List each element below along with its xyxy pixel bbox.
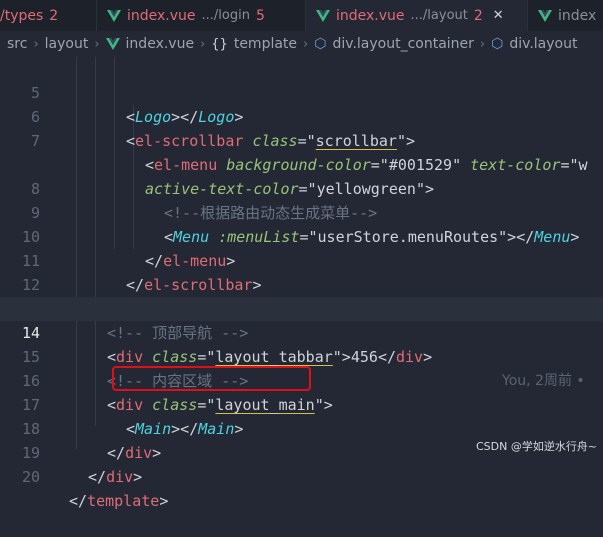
tab-path: .../login	[201, 8, 250, 23]
breadcrumb-item[interactable]: index.vue	[126, 36, 195, 52]
code-line: 5 <Logo></Logo>	[0, 57, 603, 126]
code-line: 9 <Menu :menuList="userStore.menuRoutes"…	[0, 177, 603, 246]
tab-label: index	[558, 7, 597, 24]
vue-file-icon	[316, 9, 330, 22]
editor-tab-bar: /types 2 index.vue .../login 5 index.vue…	[0, 0, 603, 31]
braces-icon: {}	[211, 36, 228, 52]
close-icon[interactable]: ✕	[493, 8, 504, 23]
vue-file-icon	[107, 9, 121, 22]
chevron-right-icon: ›	[94, 36, 100, 52]
watermark: CSDN @学如逆水行舟~	[476, 440, 598, 453]
tab-index[interactable]: index	[528, 0, 603, 31]
red-highlight-box	[112, 366, 311, 391]
breadcrumb: src › layout › index.vue › {} template ›…	[0, 31, 603, 57]
tab-label: /types	[0, 7, 44, 24]
code-line: 8 <!--根据路由动态生成菜单-->	[0, 153, 603, 222]
code-line: active-text-color="yellowgreen">	[145, 180, 434, 198]
breadcrumb-item[interactable]: div.layout	[509, 36, 577, 52]
vue-file-icon	[538, 9, 552, 22]
chevron-right-icon: ›	[200, 36, 206, 52]
element-cube-icon: ⬡	[314, 36, 327, 52]
tab-label: index.vue	[127, 7, 196, 24]
tab-layout-index[interactable]: index.vue .../layout 2 ✕	[306, 0, 528, 31]
tab-types[interactable]: /types 2	[0, 0, 97, 31]
breadcrumb-item[interactable]: layout	[45, 36, 89, 52]
code-line: 18 </div>	[0, 393, 603, 462]
tab-problem-count: 2	[473, 7, 483, 24]
code-line: 7 <el-menu background-color="#001529" te…	[0, 105, 603, 174]
tab-login-index[interactable]: index.vue .../login 5	[97, 0, 306, 31]
vue-file-icon	[105, 38, 120, 50]
breadcrumb-item[interactable]: div.layout_container	[332, 36, 473, 52]
code-line-current: 14 <div class="layout_tabbar">456</div> …	[0, 297, 603, 389]
tab-problem-count: 5	[255, 7, 265, 24]
chevron-right-icon: ›	[33, 36, 39, 52]
code-line: 6 <el-scrollbar class="scrollbar">	[0, 81, 603, 150]
code-line: 12 </div>	[0, 249, 603, 318]
element-cube-icon: ⬡	[491, 36, 504, 52]
breadcrumb-item[interactable]: template	[234, 36, 297, 52]
chevron-right-icon: ›	[303, 36, 309, 52]
code-line: 13 <!-- 顶部导航 -->	[0, 273, 603, 342]
tab-label: index.vue	[336, 7, 405, 24]
tab-problem-count: 2	[49, 7, 59, 24]
breadcrumb-item[interactable]: src	[7, 36, 27, 52]
code-line: 10 </el-menu>	[0, 201, 603, 270]
chevron-right-icon: ›	[479, 36, 486, 52]
code-line: 11 </el-scrollbar>	[0, 225, 603, 294]
code-editor[interactable]: 5 <Logo></Logo> 6 <el-scrollbar class="s…	[0, 57, 603, 510]
tab-path: .../layout	[410, 8, 468, 23]
line-number: 20	[21, 468, 40, 486]
code-line: 15 <!-- 内容区域 -->	[0, 321, 603, 390]
